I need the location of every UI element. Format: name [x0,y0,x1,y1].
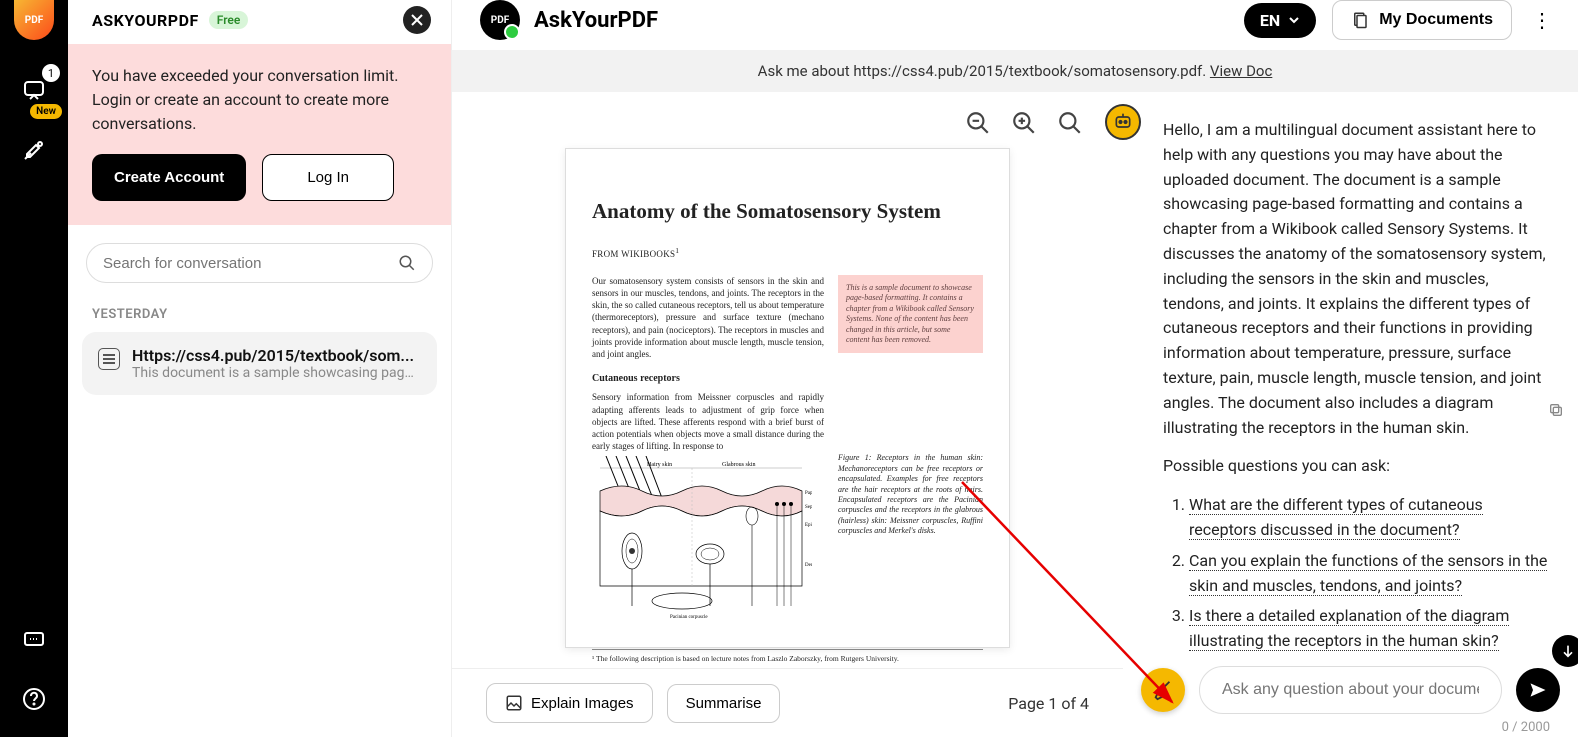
pdf-title: Anatomy of the Somatosensory System [592,199,983,224]
more-menu-button[interactable]: ⋮ [1528,4,1556,36]
char-count: 0 / 2000 [1123,720,1578,737]
suggested-question[interactable]: Can you explain the functions of the sen… [1189,549,1550,599]
plan-badge: Free [209,11,249,29]
send-icon [1528,680,1548,700]
topbar: PDF AskYourPDF EN My Documents ⋮ [452,0,1578,50]
svg-text:Glabrous skin: Glabrous skin [722,462,756,468]
svg-text:Pacinian corpuscle: Pacinian corpuscle [670,615,708,620]
svg-text:Septa: Septa [805,505,812,510]
summarise-button[interactable]: Summarise [667,684,781,723]
create-account-button[interactable]: Create Account [92,154,246,201]
tools-nav-icon[interactable] [14,130,54,170]
alert-text: You have exceeded your conversation limi… [92,64,427,136]
pdf-footnote: ¹ The following description is based on … [592,649,983,664]
pdf-heading: Cutaneous receptors [592,372,824,386]
search-input[interactable] [103,255,390,272]
sidebar: ASKYOURPDF Free You have exceeded your c… [68,0,452,737]
close-sidebar-button[interactable] [403,6,431,34]
broom-icon [1152,679,1174,701]
sidebar-title: ASKYOURPDF [92,11,199,30]
pdf-note: This is a sample document to showcase pa… [838,275,983,353]
search-icon [398,254,416,272]
chevron-down-icon [1288,14,1300,26]
left-rail: PDF 1 New [0,0,68,737]
log-in-button[interactable]: Log In [262,154,394,201]
info-text: Ask me about https://css4.pub/2015/textb… [758,62,1210,80]
svg-text:Papillae: Papillae [805,491,812,496]
chat-scroll[interactable]: Hello, I am a multilingual document assi… [1123,92,1578,654]
language-selector[interactable]: EN [1244,3,1316,38]
svg-text:Dermis: Dermis [805,563,812,568]
section-yesterday: YESTERDAY [68,291,451,332]
search-pdf-icon[interactable] [1057,110,1083,136]
bot-avatar-icon [1105,104,1141,140]
help-nav-icon[interactable] [14,679,54,719]
svg-text:Hairy skin: Hairy skin [647,462,672,468]
summarise-label: Summarise [686,695,762,712]
image-icon [505,694,523,712]
language-label: EN [1260,11,1280,30]
assistant-message: Hello, I am a multilingual document assi… [1155,112,1558,654]
view-doc-link[interactable]: View Doc [1210,62,1272,80]
search-conversation-input[interactable] [86,243,433,283]
chat-badge: 1 [42,64,60,82]
pdf-paragraph: Our somatosensory system consists of sen… [592,275,824,360]
copy-message-icon[interactable] [1548,402,1564,418]
pdf-scroll[interactable]: Anatomy of the Somatosensory System From… [452,92,1123,668]
page-indicator: Page 1 of 4 [1008,694,1089,713]
arrow-down-icon [1560,643,1576,659]
document-icon [98,348,120,370]
suggested-question[interactable]: What are the different types of cutaneou… [1189,493,1550,543]
conversation-subtitle: This document is a sample showcasing pag… [132,365,421,381]
my-documents-button[interactable]: My Documents [1332,0,1512,40]
app-logo-icon[interactable]: PDF [14,0,54,40]
suggested-question[interactable]: Is there a detailed explanation of the d… [1189,604,1550,654]
pdf-paragraph: Sensory information from Meissner corpus… [592,391,824,452]
send-button[interactable] [1516,668,1560,712]
zoom-in-icon[interactable] [1011,110,1037,136]
my-documents-label: My Documents [1379,11,1493,29]
clear-chat-button[interactable] [1141,668,1185,712]
pdf-page: Anatomy of the Somatosensory System From… [565,148,1010,648]
chat-possible-label: Possible questions you can ask: [1163,454,1550,479]
zoom-out-icon[interactable] [965,110,991,136]
explain-images-button[interactable]: Explain Images [486,683,653,723]
skin-diagram: Hairy skin Glabrous skin [592,456,812,626]
app-name: AskYourPDF [534,8,658,33]
pdf-viewer: Anatomy of the Somatosensory System From… [452,92,1123,737]
info-bar: Ask me about https://css4.pub/2015/textb… [452,50,1578,92]
billing-nav-icon[interactable] [14,619,54,659]
pdf-bottom-bar: Explain Images Summarise Page 1 of 4 [452,668,1123,737]
explain-images-label: Explain Images [531,695,634,712]
documents-icon [1351,11,1369,29]
close-icon [410,13,424,27]
limit-alert: You have exceeded your conversation limi… [68,44,451,225]
conversation-title: Https://css4.pub/2015/textbook/som... [132,346,421,365]
new-badge: New [30,104,62,119]
pdf-source: From Wikibooks1 [592,246,983,259]
zoom-toolbar [965,110,1083,136]
main-area: PDF AskYourPDF EN My Documents ⋮ Ask me … [452,0,1578,737]
chat-greeting: Hello, I am a multilingual document assi… [1163,118,1550,440]
svg-text:Epidermis: Epidermis [805,523,812,528]
chat-input-row [1123,654,1578,720]
chat-pane: Hello, I am a multilingual document assi… [1123,92,1578,737]
chat-input[interactable] [1199,666,1502,714]
figure-caption: Figure 1: Receptors in the human skin: M… [838,453,983,536]
app-logo[interactable]: PDF [480,0,520,40]
scroll-down-button[interactable] [1552,635,1578,667]
conversation-item[interactable]: Https://css4.pub/2015/textbook/som... Th… [82,332,437,395]
